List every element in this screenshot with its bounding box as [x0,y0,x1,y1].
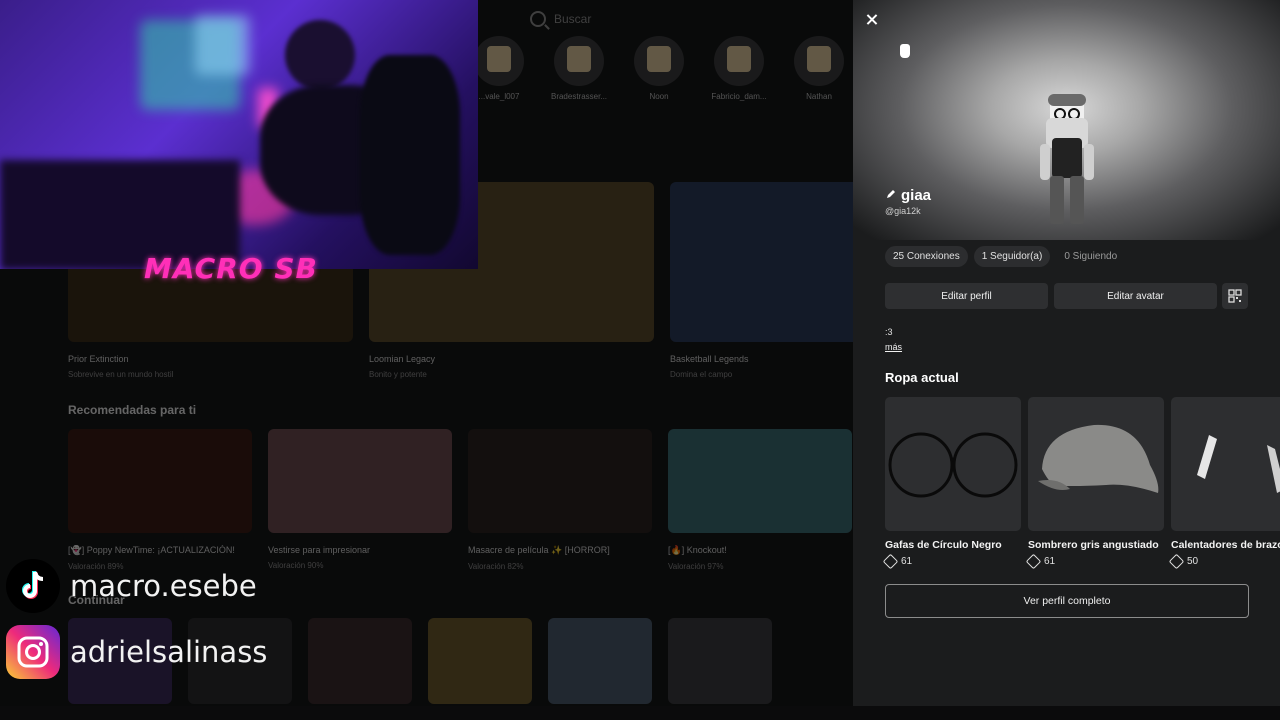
robux-icon [882,553,899,570]
friend-item[interactable]: ...vale_l007 [470,36,528,101]
game-rating: Valoración 82% [468,562,524,571]
friend-item[interactable]: Bradestrasser... [550,36,608,101]
recommended-row: [👻] Poppy NewTime: ¡ACTUALIZACIÓN! Valor… [68,429,852,571]
game-tile[interactable] [668,618,772,704]
game-tile[interactable] [428,618,532,704]
search-placeholder: Buscar [554,12,592,26]
tiktok-icon [6,559,60,613]
outfit-items: Gafas de Círculo Negro 61 Sombrero gris … [882,397,1280,570]
game-title: Loomian Legacy [369,354,436,364]
friend-item[interactable]: Nathan [790,36,848,101]
game-subtitle: Sobrevive en un mundo hostil [68,370,174,379]
item-name: Sombrero gris angustiado [1028,539,1159,551]
profile-username: @gia12k [885,206,921,216]
connections-chip[interactable]: 25 Conexiones [885,246,968,267]
qr-code-button[interactable] [1222,283,1248,309]
item-thumbnail [1028,397,1164,531]
arm-warmers-icon [1197,435,1280,493]
game-card[interactable]: [👻] Poppy NewTime: ¡ACTUALIZACIÓN! Valor… [68,429,252,571]
game-subtitle: Bonito y potente [369,370,427,379]
item-name: Calentadores de brazo [1171,539,1280,551]
person-head [285,20,355,90]
item-thumbnail [885,397,1021,531]
robux-icon [1025,553,1042,570]
avatar-figure [1040,94,1094,224]
game-title: [🔥] Knockout! [668,545,727,555]
following-chip[interactable]: 0 Siguiendo [1056,246,1125,267]
cap-icon [1038,424,1159,493]
current-outfit-heading: Ropa actual [885,370,959,385]
friend-item[interactable]: Fabricio_dam... [710,36,768,101]
game-thumbnail [668,429,852,533]
streamer-name: MACRO SB [144,252,318,285]
game-tile[interactable] [548,618,652,704]
profile-display-name: giaa [885,187,931,204]
display-name-text: giaa [901,187,932,204]
pc-case-glow [195,15,250,75]
game-thumbnail [670,182,853,342]
game-thumbnail [68,429,252,533]
avatar [714,36,764,86]
game-title: Masacre de película ✨ [HORROR] [468,545,610,555]
pencil-icon[interactable] [885,187,897,204]
gaming-chair [360,55,460,255]
followers-chip[interactable]: 1 Seguidor(a) [973,246,1051,267]
mouse-cursor-icon [900,44,910,58]
game-rating: Valoración 90% [268,561,324,570]
game-title: [👻] Poppy NewTime: ¡ACTUALIZACIÓN! [68,545,235,555]
game-title: Basketball Legends [670,354,749,364]
profile-bio: :3 [885,327,893,337]
edit-profile-button[interactable]: Editar perfil [885,283,1048,309]
friend-item[interactable]: Noon [630,36,688,101]
outfit-item[interactable]: Sombrero gris angustiado 61 [1025,397,1164,570]
game-subtitle: Domina el campo [670,370,733,379]
game-card[interactable]: [🔥] Knockout! Valoración 97% [668,429,852,571]
qr-code-icon [1228,289,1242,303]
instagram-username: adrielsalinass [70,635,268,669]
more-link[interactable]: más [885,342,902,352]
outfit-item[interactable]: Gafas de Círculo Negro 61 [882,397,1021,570]
tiktok-username: macro.esebe [70,569,257,603]
friends-row: ...vale_l007 Bradestrasser... Noon Fabri… [470,36,848,101]
avatar [474,36,524,86]
search-bar[interactable]: Buscar [530,8,790,30]
game-tile[interactable] [308,618,412,704]
avatar [634,36,684,86]
profile-stats: 25 Conexiones 1 Seguidor(a) 0 Siguiendo [885,246,1125,267]
view-full-profile-button[interactable]: Ver perfil completo [885,584,1249,618]
edit-avatar-button[interactable]: Editar avatar [1054,283,1217,309]
game-title: Prior Extinction [68,354,129,364]
game-title: Vestirse para impresionar [268,545,371,555]
instagram-handle: adrielsalinass [6,625,267,679]
game-card[interactable]: Vestirse para impresionar Valoración 90% [268,429,452,571]
game-card[interactable]: Basketball Legends Domina el campo [670,182,853,379]
instagram-icon [6,625,60,679]
glasses-icon [888,432,1018,498]
game-thumbnail [468,429,652,533]
item-price: 50 [1168,553,1280,570]
item-name: Gafas de Círculo Negro [885,539,1002,551]
item-price: 61 [1025,553,1164,570]
recommended-heading: Recomendadas para ti [68,403,197,417]
webcam-overlay [0,0,478,269]
avatar [554,36,604,86]
avatar [794,36,844,86]
game-rating: Valoración 97% [668,562,724,571]
robux-icon [1168,553,1185,570]
bottom-bar [0,706,1280,720]
tiktok-handle: macro.esebe [6,559,257,613]
outfit-item[interactable]: Calentadores de brazo 50 [1168,397,1280,570]
search-icon [530,11,546,27]
close-icon[interactable] [862,10,882,30]
game-thumbnail [268,429,452,533]
game-card[interactable]: Masacre de película ✨ [HORROR] Valoració… [468,429,652,571]
item-price: 61 [882,553,1021,570]
item-thumbnail [1171,397,1280,531]
